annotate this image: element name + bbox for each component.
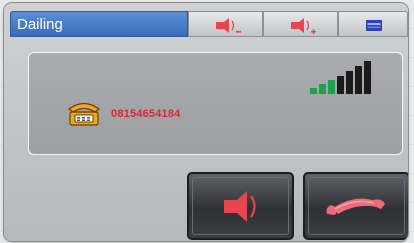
telephone-icon — [67, 102, 101, 126]
signal-bar-5 — [346, 71, 353, 94]
title-tab: Dailing — [10, 11, 188, 37]
signal-bar-3 — [328, 80, 335, 94]
speaker-plus-icon — [291, 18, 316, 35]
dialed-number: 08154654184 — [111, 108, 181, 120]
volume-up-button[interactable] — [263, 11, 338, 37]
speaker-button[interactable] — [187, 172, 294, 240]
keypad-icon — [366, 20, 382, 31]
signal-bar-1 — [310, 88, 317, 94]
hang-up-button[interactable] — [303, 172, 408, 240]
title-bar: Dailing — [10, 11, 408, 37]
signal-bar-2 — [319, 84, 326, 94]
dialing-dialog: Dailing 08154654184 — [4, 3, 408, 241]
speaker-icon — [224, 191, 256, 222]
keypad-button[interactable] — [338, 11, 408, 37]
call-info-panel: 08154654184 — [28, 52, 403, 155]
dialog-title: Dailing — [17, 16, 63, 33]
signal-bar-4 — [337, 76, 344, 94]
hang-up-icon — [326, 198, 385, 215]
volume-down-button[interactable] — [188, 11, 263, 37]
signal-strength-indicator — [310, 61, 371, 94]
signal-bar-6 — [355, 66, 362, 94]
speaker-minus-icon — [216, 18, 241, 33]
signal-bar-7 — [364, 61, 371, 94]
